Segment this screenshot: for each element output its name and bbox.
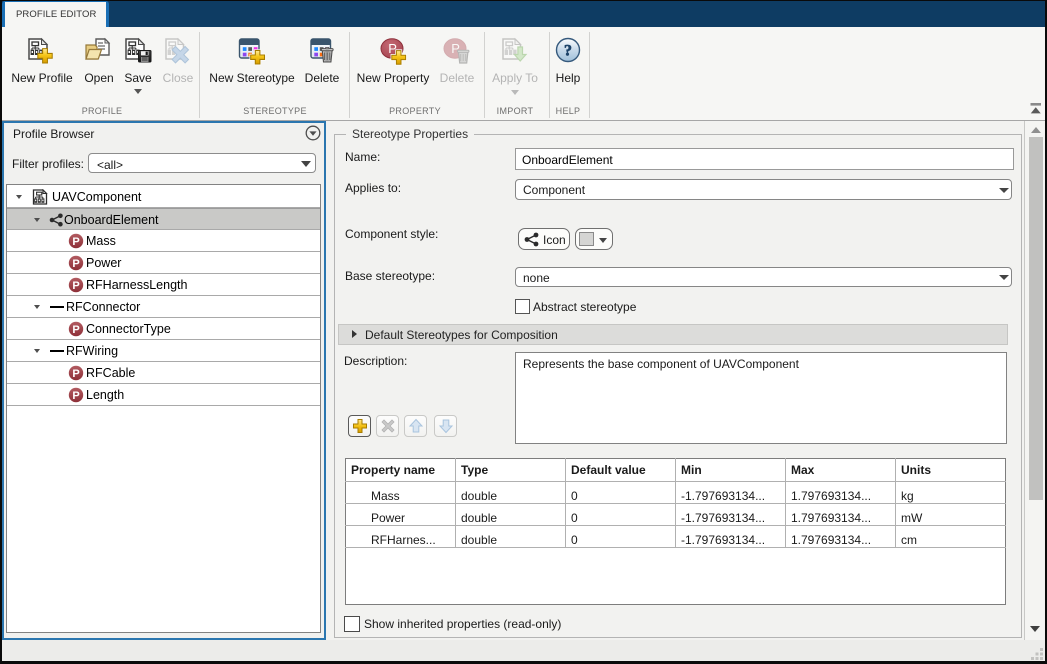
svg-text:P: P — [72, 258, 79, 270]
svg-text:P: P — [72, 390, 79, 402]
svg-text:P: P — [72, 368, 79, 380]
svg-text:?: ? — [564, 43, 572, 60]
svg-text:P: P — [72, 324, 79, 336]
svg-text:P: P — [72, 280, 79, 292]
svg-text:P: P — [72, 236, 79, 248]
